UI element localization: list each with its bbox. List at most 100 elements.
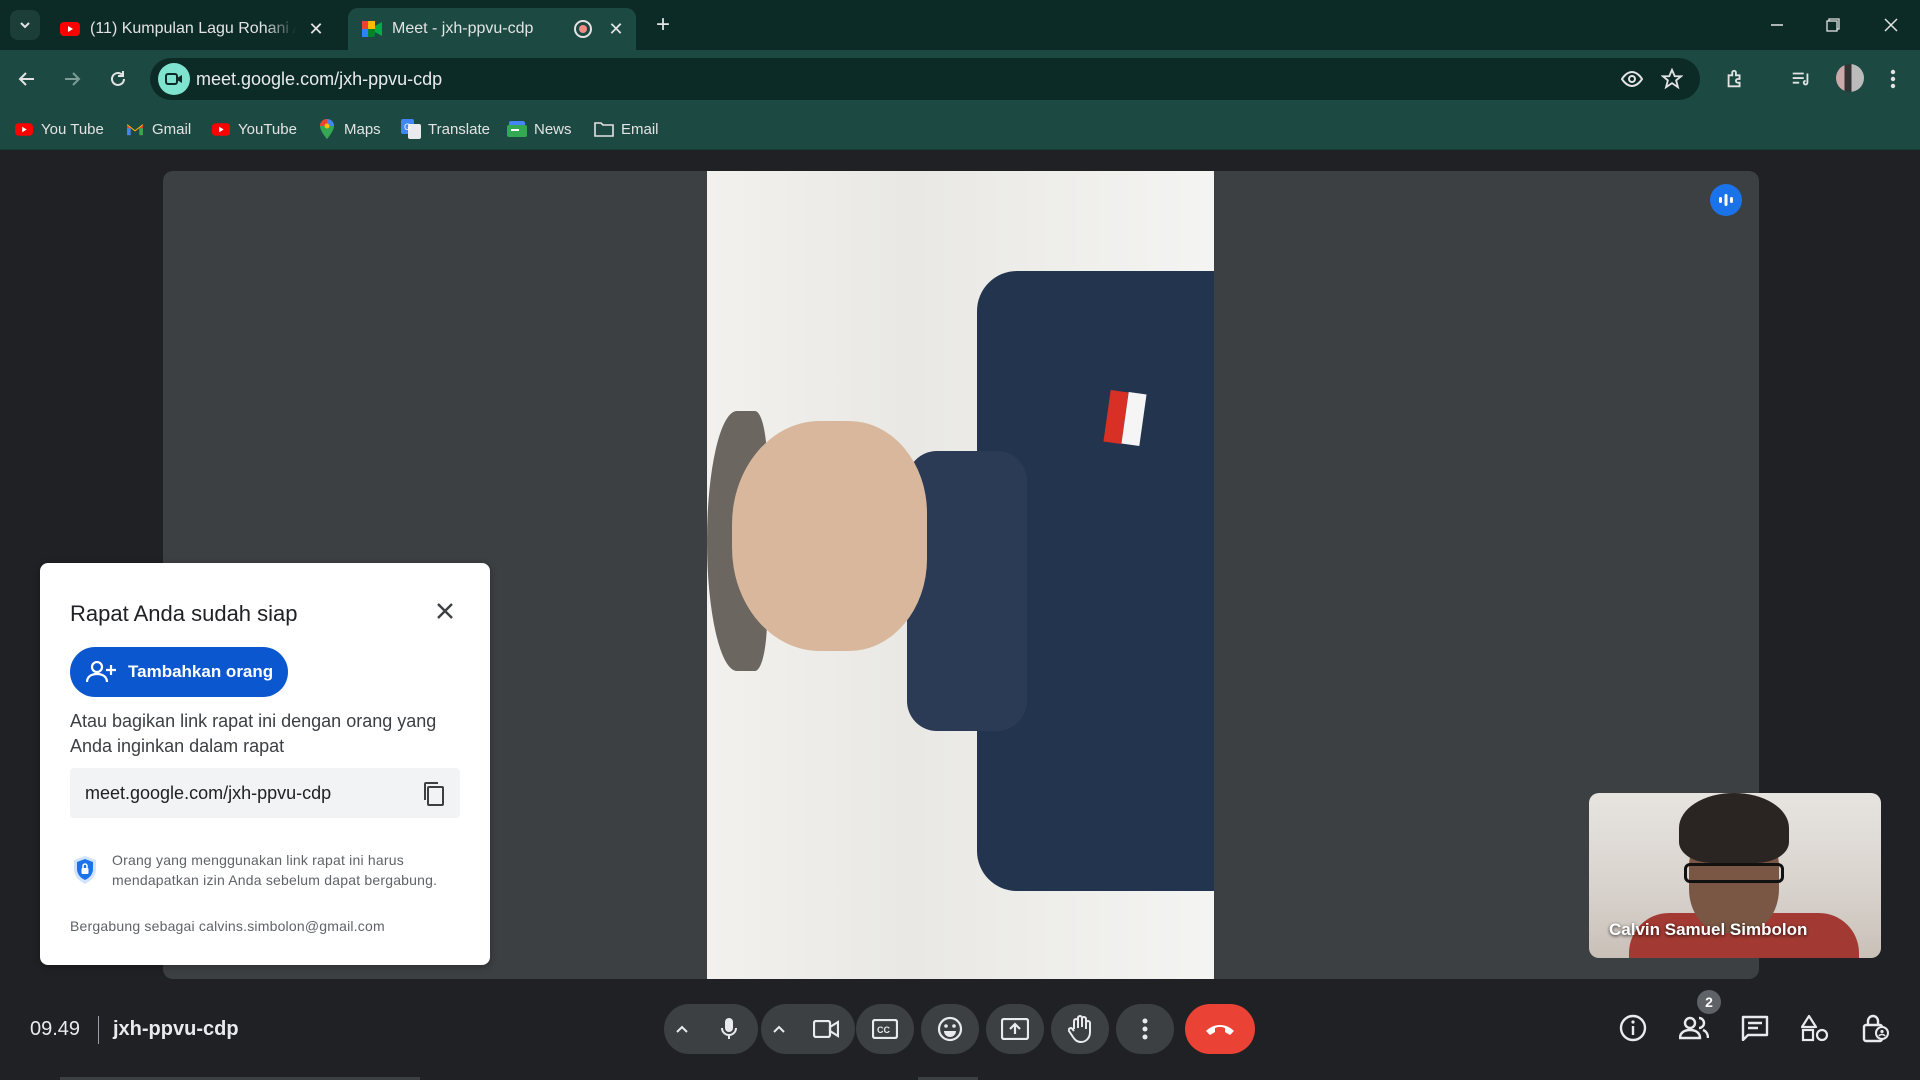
participant-count-badge: 2 xyxy=(1697,990,1721,1014)
forward-button[interactable] xyxy=(57,64,87,94)
copy-link-button[interactable] xyxy=(420,780,448,808)
close-card-button[interactable] xyxy=(431,597,459,625)
bookmark-youtube[interactable]: YouTube xyxy=(211,118,297,140)
divider xyxy=(98,1016,99,1044)
camera-button[interactable] xyxy=(797,1004,855,1054)
video-settings-chevron-icon[interactable] xyxy=(761,1024,797,1034)
site-info-button[interactable] xyxy=(158,63,190,95)
reload-button[interactable] xyxy=(103,64,133,94)
microphone-button[interactable] xyxy=(700,1004,758,1054)
more-menu-icon[interactable] xyxy=(1878,64,1908,94)
media-control-icon[interactable] xyxy=(1786,64,1816,94)
address-bar[interactable]: meet.google.com/jxh-ppvu-cdp xyxy=(150,58,1700,100)
bookmark-label: Maps xyxy=(344,120,381,138)
host-controls-button[interactable] xyxy=(1855,1008,1895,1048)
bookmark-gmail[interactable]: Gmail xyxy=(125,118,191,140)
captions-button[interactable]: CC xyxy=(856,1004,914,1054)
bookmarks-bar: You Tube Gmail YouTube Maps G Translate … xyxy=(0,108,1920,150)
meeting-details-button[interactable] xyxy=(1613,1008,1653,1048)
folder-icon xyxy=(594,119,614,139)
maps-icon xyxy=(317,119,337,139)
tab-youtube[interactable]: (11) Kumpulan Lagu Rohani Akustik ✕ xyxy=(46,8,336,50)
meet-stage: Calvin Samuel Simbolon Rapat Anda sudah … xyxy=(0,150,1920,1080)
svg-text:CC: CC xyxy=(877,1025,890,1035)
reactions-button[interactable] xyxy=(921,1004,979,1054)
bookmark-star-icon[interactable] xyxy=(1660,67,1684,91)
reload-icon xyxy=(111,71,125,86)
tab-title: (11) Kumpulan Lagu Rohani Akustik xyxy=(90,20,296,37)
self-view-tile[interactable]: Calvin Samuel Simbolon xyxy=(1589,793,1881,958)
tab-meet[interactable]: Meet - jxh-ppvu-cdp ✕ xyxy=(348,8,636,50)
people-button[interactable] xyxy=(1674,1008,1714,1048)
arrow-left-icon xyxy=(18,72,34,86)
joined-as-text: Bergabung sebagai calvins.simbolon@gmail… xyxy=(70,918,385,934)
chat-icon xyxy=(1741,1015,1769,1041)
meeting-ready-card: Rapat Anda sudah siap Tambahkan orang At… xyxy=(40,563,490,965)
close-tab-icon[interactable]: ✕ xyxy=(306,19,326,39)
meeting-code: jxh-ppvu-cdp xyxy=(113,1018,239,1040)
video-camera-icon xyxy=(165,73,182,85)
youtube-icon xyxy=(14,119,34,139)
bookmark-label: Gmail xyxy=(152,120,192,138)
chevron-down-icon xyxy=(20,22,30,29)
restore-button[interactable] xyxy=(1818,10,1848,40)
url-text[interactable]: meet.google.com/jxh-ppvu-cdp xyxy=(196,69,442,90)
bookmark-label: YouTube xyxy=(238,120,297,138)
close-window-button[interactable] xyxy=(1876,10,1906,40)
bookmark-label: News xyxy=(534,120,572,138)
translate-icon: G xyxy=(401,119,421,139)
add-people-button[interactable]: Tambahkan orang xyxy=(70,647,288,697)
microphone-control xyxy=(664,1004,758,1054)
bookmark-maps[interactable]: Maps xyxy=(317,118,381,140)
share-description: Atau bagikan link rapat ini dengan orang… xyxy=(70,711,437,756)
tab-search-button[interactable] xyxy=(10,10,40,40)
bookmark-label: Translate xyxy=(428,120,490,138)
more-options-button[interactable] xyxy=(1116,1004,1174,1054)
bookmark-email-folder[interactable]: Email xyxy=(594,118,659,140)
google-meet-icon xyxy=(362,19,382,39)
new-tab-button[interactable]: + xyxy=(650,11,676,38)
bookmark-label: You Tube xyxy=(41,120,104,138)
camera-control xyxy=(761,1004,855,1054)
gmail-icon xyxy=(125,119,145,139)
shield-lock-icon xyxy=(70,853,100,887)
permission-note: Orang yang menggunakan link rapat ini ha… xyxy=(112,852,438,888)
person-add-icon xyxy=(86,660,116,684)
close-tab-icon[interactable]: ✕ xyxy=(606,19,626,39)
present-icon xyxy=(1001,1018,1029,1040)
add-people-label: Tambahkan orang xyxy=(128,662,274,681)
closed-captions-icon: CC xyxy=(872,1019,898,1039)
tracking-protection-icon[interactable] xyxy=(1620,67,1644,91)
youtube-icon xyxy=(60,19,80,39)
emoji-icon xyxy=(937,1016,963,1042)
arrow-right-icon xyxy=(65,72,81,86)
more-vert-icon xyxy=(1142,1018,1148,1040)
activities-button[interactable] xyxy=(1795,1008,1835,1048)
extensions-icon[interactable] xyxy=(1720,64,1750,94)
microphone-icon xyxy=(721,1018,737,1039)
shapes-icon xyxy=(1801,1014,1829,1042)
bookmark-news[interactable]: News xyxy=(507,118,572,140)
video-camera-icon xyxy=(813,1020,839,1038)
meeting-time: 09.49 xyxy=(30,1018,81,1040)
meeting-link-text[interactable]: meet.google.com/jxh-ppvu-cdp xyxy=(85,783,331,804)
bookmark-you-tube[interactable]: You Tube xyxy=(14,118,104,140)
info-icon xyxy=(1619,1014,1647,1042)
bookmark-translate[interactable]: G Translate xyxy=(401,118,490,140)
present-screen-button[interactable] xyxy=(986,1004,1044,1054)
bookmark-label: Email xyxy=(621,120,659,138)
leave-call-button[interactable] xyxy=(1185,1004,1255,1054)
raise-hand-button[interactable] xyxy=(1051,1004,1109,1054)
end-call-icon xyxy=(1206,1025,1234,1035)
minimize-button[interactable] xyxy=(1762,10,1792,40)
speaking-indicator-icon xyxy=(1710,184,1742,216)
close-icon xyxy=(1884,18,1898,32)
audio-settings-chevron-icon[interactable] xyxy=(664,1024,700,1034)
minimize-icon xyxy=(1771,24,1783,26)
back-button[interactable] xyxy=(12,64,42,94)
lock-person-icon xyxy=(1862,1014,1889,1043)
chat-button[interactable] xyxy=(1735,1008,1775,1048)
participant-video xyxy=(707,171,1214,979)
recording-indicator-icon xyxy=(574,20,592,38)
profile-avatar[interactable] xyxy=(1836,64,1864,92)
